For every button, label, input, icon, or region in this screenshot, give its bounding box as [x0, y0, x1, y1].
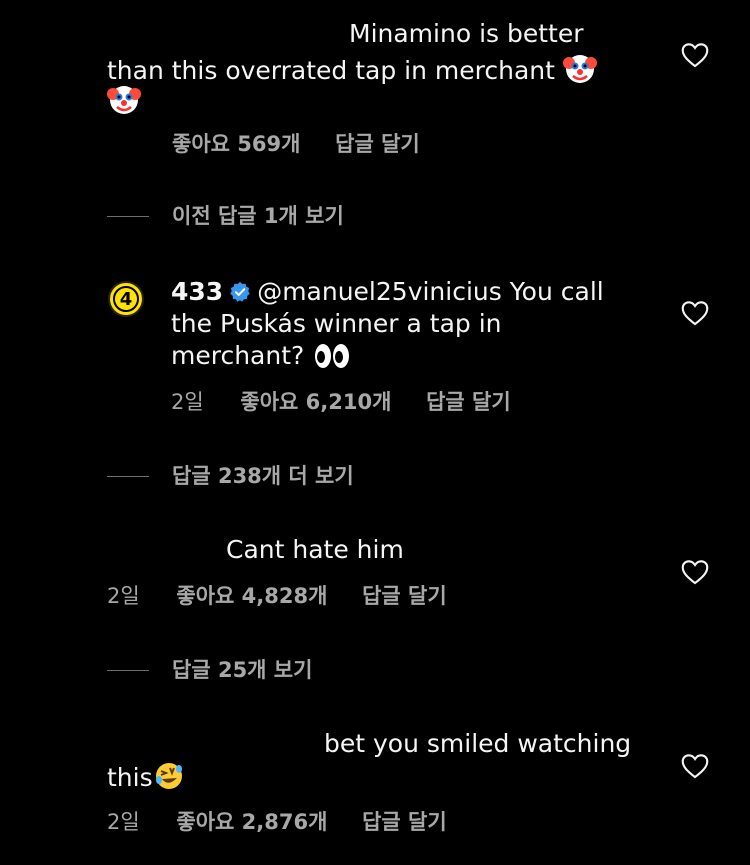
comment-3-likes[interactable]: 좋아요 4,828개 [176, 584, 327, 608]
eyes-emoji [312, 342, 352, 378]
comment-2-text-line1-label: @manuel25vinicius You call [257, 277, 604, 306]
comment-4-text-line2-label: this [107, 763, 153, 792]
comment-1-reply-button[interactable]: 답글 달기 [335, 132, 420, 156]
comment-4-reply-button[interactable]: 답글 달기 [362, 810, 447, 834]
comment-2-likes[interactable]: 좋아요 6,210개 [240, 390, 391, 414]
comment-3-time: 2일 [107, 584, 140, 608]
comment-2-text-line3: merchant? [171, 340, 352, 378]
comment-2-meta: 2일 좋아요 6,210개 답글 달기 [171, 388, 511, 416]
comment-2-reply-button[interactable]: 답글 달기 [426, 390, 511, 414]
comment-1-likes[interactable]: 좋아요 569개 [172, 132, 300, 156]
comment-4-text-line1: bet you smiled watching [324, 729, 632, 758]
comment-1-meta: 좋아요 569개 답글 달기 [172, 130, 420, 158]
clown-emoji [562, 51, 597, 93]
heart-icon[interactable] [681, 753, 709, 779]
avatar[interactable]: 4 [108, 281, 144, 317]
view-more-replies[interactable]: 답글 238개 더 보기 [172, 462, 354, 490]
comment-3-text-line1: Cant hate him [226, 535, 404, 564]
comment-4-time: 2일 [107, 810, 140, 834]
verified-badge-icon [229, 279, 251, 302]
comment-1-text-line2: than this overrated tap in merchant [107, 51, 597, 93]
avatar-inner: 4 [113, 286, 139, 312]
comment-2-text-line3-label: merchant? [171, 341, 305, 370]
rolling-laughing-emoji [153, 760, 185, 800]
comment-3-meta: 2일 좋아요 4,828개 답글 달기 [107, 582, 447, 610]
heart-icon[interactable] [681, 559, 709, 585]
heart-icon[interactable] [681, 300, 709, 326]
comment-4-likes[interactable]: 좋아요 2,876개 [176, 810, 327, 834]
comment-2-text-line2: the Puskás winner a tap in [171, 309, 502, 338]
divider-line [107, 216, 149, 217]
comment-4-meta: 2일 좋아요 2,876개 답글 달기 [107, 808, 447, 836]
view-replies[interactable]: 답글 25개 보기 [172, 656, 312, 684]
comment-3-reply-button[interactable]: 답글 달기 [362, 584, 447, 608]
clown-emoji-2 [107, 82, 141, 120]
comment-2-time: 2일 [171, 390, 204, 414]
comment-1-text-line2-label: than this overrated tap in merchant [107, 56, 555, 85]
username[interactable]: 433 [171, 277, 223, 306]
comment-2-text-line1: 433 @manuel25vinicius You call [171, 276, 604, 308]
heart-icon[interactable] [681, 42, 709, 68]
view-previous-replies[interactable]: 이전 답글 1개 보기 [172, 202, 344, 230]
comment-1-text-line1: Minamino is better [349, 19, 584, 48]
divider-line [107, 670, 149, 671]
divider-line [107, 476, 149, 477]
comment-4-text-line2: this [107, 760, 185, 800]
